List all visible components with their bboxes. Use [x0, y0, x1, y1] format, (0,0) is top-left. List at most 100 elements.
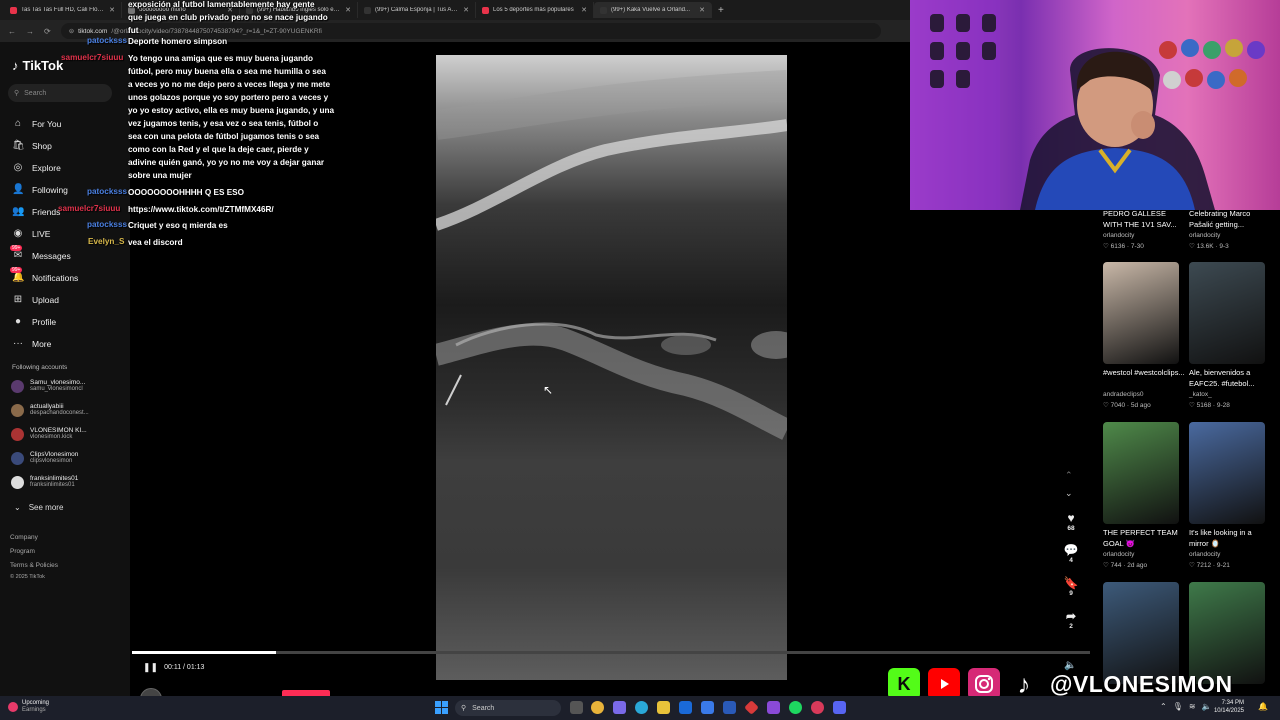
avatar[interactable]	[11, 403, 24, 417]
related-video-title[interactable]: It's like looking in a mirror 🪞	[1189, 527, 1273, 549]
logo-text: TikTok	[22, 58, 64, 73]
close-icon[interactable]: ✕	[699, 6, 705, 14]
related-video-title[interactable]: THE PERFECT TEAM GOAL 😈	[1103, 527, 1187, 549]
chrome-icon[interactable]	[591, 701, 604, 714]
spotify-icon[interactable]	[789, 701, 802, 714]
task-view-icon[interactable]	[570, 701, 583, 714]
related-video-title[interactable]: Ale, bienvenidos a EAFC25. #futebol...	[1189, 367, 1273, 389]
following-account[interactable]: ClipsVlonesimon clipsvlonesimon	[11, 451, 78, 465]
wifi-icon[interactable]: ≋	[1189, 702, 1196, 711]
obs-icon[interactable]	[744, 700, 759, 715]
chat-username: patocksss	[87, 187, 128, 196]
sidebar-item-upload[interactable]: ⊞ Upload	[12, 294, 59, 305]
chevron-up-icon[interactable]: ⌃	[1160, 702, 1167, 711]
related-video-title[interactable]: PEDRO GALLESE WITH THE 1V1 SAV...	[1103, 208, 1187, 230]
share-action[interactable]: ➦ 2	[1060, 610, 1082, 631]
sidebar-item-notifications[interactable]: 🔔 99+ Notifications	[10, 267, 78, 283]
related-video-title[interactable]: Celebrating Marco Pašalić getting...	[1189, 208, 1273, 230]
scroll-up-icon[interactable]: ⌃	[1065, 470, 1073, 481]
account-name: franksinlimites01	[30, 475, 79, 482]
app-icon[interactable]	[723, 701, 736, 714]
following-account[interactable]: VLONESIMON KI... vlonesimon.kick	[11, 427, 87, 441]
mic-icon[interactable]: 🎙	[1173, 702, 1183, 711]
following-account[interactable]: actuallyabiii despachandoconest...	[11, 403, 89, 417]
windows-start-icon[interactable]	[435, 701, 448, 714]
action-count: 4	[1069, 557, 1073, 564]
related-video-author[interactable]: orlandocity	[1189, 551, 1220, 558]
outlook-icon[interactable]	[679, 701, 692, 714]
see-more-button[interactable]: ⌄ See more	[14, 503, 63, 512]
notification-icon[interactable]: 🔔	[1258, 702, 1268, 711]
related-video-author[interactable]: orlandocity	[1189, 232, 1220, 239]
see-more-label: See more	[28, 503, 64, 512]
related-video-thumbnail[interactable]	[1103, 422, 1179, 524]
sidebar-item-explore[interactable]: ◎ Explore	[12, 162, 61, 173]
edge-icon[interactable]	[635, 701, 648, 714]
avatar[interactable]	[11, 427, 24, 441]
copilot-icon[interactable]	[613, 701, 626, 714]
following-account[interactable]: franksinlimites01 franksinlimites01	[11, 475, 78, 489]
account-name: VLONESIMON KI...	[30, 427, 87, 434]
related-video-author[interactable]: _katox_	[1189, 391, 1212, 398]
related-video-stats: ♡ 6136 · 7-30	[1103, 243, 1144, 250]
search-input[interactable]: ⚲ Search	[8, 84, 112, 102]
sidebar-item-for-you[interactable]: ⌂ For You	[12, 118, 61, 129]
taskbar-clock[interactable]: 7:34 PM 10/14/2025	[1208, 699, 1244, 715]
chat-message: vea el discord	[128, 238, 183, 247]
related-video-title[interactable]: #westcol #westcolclips...	[1103, 367, 1187, 378]
taskbar-search[interactable]: ⚲ Search	[455, 700, 561, 716]
store-icon[interactable]	[701, 701, 714, 714]
related-video-author[interactable]: orlandocity	[1103, 232, 1134, 239]
sidebar-item-friends[interactable]: 👥 Friends	[12, 206, 60, 217]
more-icon: ···	[13, 338, 23, 349]
back-icon[interactable]: ←	[8, 27, 16, 36]
video-progress-bar[interactable]	[132, 651, 1090, 654]
browser-tab[interactable]: (99+) Kaká Vuelve a Orland... ✕	[594, 2, 712, 18]
windows-taskbar: Upcoming Earnings ⚲ Search ⌃ 🎙 ≋ 🔈 7:34 …	[0, 696, 1280, 720]
sidebar-item-more[interactable]: ··· More	[12, 338, 51, 349]
app2-icon[interactable]	[767, 701, 780, 714]
discord-icon[interactable]	[833, 701, 846, 714]
heart-action[interactable]: ♥ 68	[1060, 512, 1082, 533]
related-video-thumbnail[interactable]	[1189, 422, 1265, 524]
scroll-down-icon[interactable]: ⌄	[1065, 488, 1073, 499]
bookmark-action[interactable]: 🔖 9	[1060, 577, 1082, 598]
avatar[interactable]	[11, 379, 24, 393]
browser-tab[interactable]: Tas Tas Tas Full HD, Cali Flow Latino ✕	[4, 2, 122, 18]
related-video-thumbnail[interactable]	[1189, 262, 1265, 364]
video-player[interactable]	[436, 55, 787, 680]
forward-icon[interactable]: →	[26, 27, 34, 36]
browser-tab[interactable]: (99+) Calma Esponja | Tus Amig... ✕	[358, 2, 476, 18]
related-video-author[interactable]: andradeclips0	[1103, 391, 1143, 398]
avatar[interactable]	[11, 451, 24, 465]
chat-username: samuelcr7siuuu	[58, 204, 121, 213]
close-icon[interactable]: ✕	[581, 6, 587, 14]
file-explorer-icon[interactable]	[657, 701, 670, 714]
avatar[interactable]	[11, 475, 24, 489]
sidebar-item-shop[interactable]: 🛍 Shop	[12, 140, 52, 151]
new-tab-icon[interactable]: +	[712, 5, 730, 16]
related-video-thumbnail[interactable]	[1103, 262, 1179, 364]
sidebar-item-messages[interactable]: ✉ 99+ Messages	[10, 245, 71, 261]
sidebar-item-live[interactable]: ◉ LIVE	[12, 228, 51, 239]
sidebar-item-following[interactable]: 👤 Following	[12, 184, 68, 195]
sidebar-item-profile[interactable]: ● Profile	[12, 316, 56, 327]
tiktok-logo[interactable]: ♪ TikTok	[12, 58, 63, 73]
close-icon[interactable]: ✕	[345, 6, 351, 14]
account-handle: clipsvlonesimon	[30, 458, 73, 464]
close-icon[interactable]: ✕	[463, 6, 469, 14]
footer-program[interactable]: Program	[10, 548, 35, 555]
reload-icon[interactable]: ⟳	[44, 27, 51, 36]
pause-icon[interactable]: ❚❚	[143, 662, 158, 673]
account-text: actuallyabiii despachandoconest...	[30, 403, 89, 417]
related-video-author[interactable]: orlandocity	[1103, 551, 1134, 558]
app3-icon[interactable]	[811, 701, 824, 714]
widgets-button[interactable]: Upcoming Earnings	[8, 700, 49, 714]
footer-terms[interactable]: Terms & Policies	[10, 562, 58, 569]
footer-company[interactable]: Company	[10, 534, 38, 541]
close-icon[interactable]: ✕	[109, 6, 115, 14]
site-info-icon[interactable]: ⊜	[69, 27, 74, 35]
following-account[interactable]: Samu_vlonesimo... samu_vlonesimoncl	[11, 379, 85, 393]
browser-tab[interactable]: Los 5 deportes más populares ✕	[476, 2, 594, 18]
comment-action[interactable]: 💬 4	[1060, 544, 1082, 565]
